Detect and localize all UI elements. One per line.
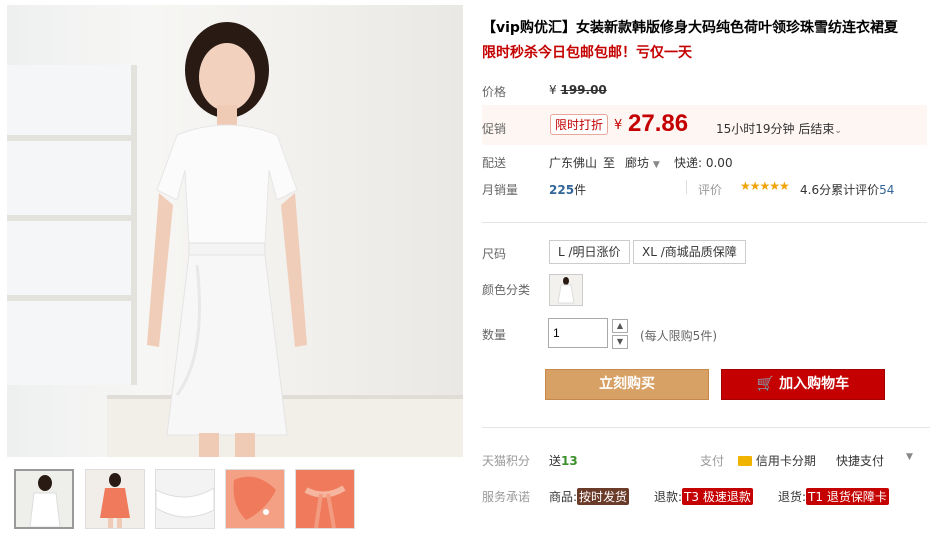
- size-option-l[interactable]: L /明日涨价: [549, 240, 630, 264]
- points-amount: 13: [561, 454, 578, 468]
- product-title: 【vip购优汇】女装新款韩版修身大码纯色荷叶领珍珠雪纺连衣裙夏: [482, 20, 898, 36]
- thumbnail-1[interactable]: [14, 469, 74, 529]
- service-divider: [482, 427, 930, 428]
- add-to-cart-button[interactable]: 🛒 加入购物车: [721, 369, 885, 400]
- review-summary[interactable]: 4.6分累计评价54: [800, 181, 894, 198]
- shipping-fee: 快递: 0.00: [674, 156, 733, 170]
- product-gallery: [7, 5, 463, 535]
- quick-pay[interactable]: 快捷支付: [836, 452, 884, 469]
- payment-label: 支付: [700, 454, 725, 468]
- service-label: 服务承诺: [482, 490, 531, 504]
- shipping-from: 广东佛山: [549, 156, 598, 170]
- buy-now-button[interactable]: 立刻购买: [545, 369, 709, 400]
- goods-prefix: 商品:: [549, 490, 578, 504]
- service-goods[interactable]: 商品: 按时发货: [549, 488, 630, 505]
- monthly-sales-label: 月销量: [482, 183, 519, 197]
- promo-currency: ¥: [614, 118, 623, 133]
- review-label: 评价: [698, 183, 723, 197]
- sales-unit: 件: [574, 183, 587, 197]
- chevron-down-icon: ⌄: [834, 126, 842, 136]
- points-label: 天猫积分: [482, 454, 531, 468]
- star-icons: ★★★★★: [740, 179, 790, 193]
- rating-text: 4.6分: [800, 183, 832, 197]
- promo-price: 27.86: [628, 110, 689, 137]
- currency-symbol: ¥: [549, 83, 557, 97]
- credit-installment[interactable]: 信用卡分期: [738, 452, 816, 469]
- size-label: 尺码: [482, 247, 507, 261]
- destination-selector[interactable]: 廊坊 ▼: [625, 154, 660, 171]
- sales-count: 225: [549, 183, 575, 197]
- caret-down-icon: ▼: [652, 160, 660, 170]
- limited-discount-tag: 限时打折: [550, 114, 609, 135]
- original-price-value: 199.00: [560, 83, 607, 97]
- credit-card-icon: [738, 456, 752, 466]
- product-info-panel: 【vip购优汇】女装新款韩版修身大码纯色荷叶领珍珠雪纺连衣裙夏 限时秒杀今日包邮…: [482, 0, 930, 535]
- rating-stars: ★★★★★: [740, 179, 790, 193]
- quantity-label: 数量: [482, 328, 507, 342]
- color-swatch-white[interactable]: [549, 274, 583, 306]
- model-in-white-dress: [147, 22, 307, 457]
- expand-caret-icon[interactable]: ▼: [906, 452, 913, 462]
- original-price: ¥ 199.00: [549, 83, 607, 97]
- size-option-xl[interactable]: XL /商城品质保障: [633, 240, 746, 264]
- promotion-row: [482, 105, 927, 145]
- on-time-shipping-badge: 按时发货: [577, 488, 630, 505]
- review-count-label: 累计评价: [831, 183, 880, 197]
- return-guarantee-badge: T1 退货保障卡: [806, 488, 889, 505]
- destination-text: 廊坊: [625, 156, 650, 170]
- thumbnail-3[interactable]: [155, 469, 215, 529]
- points-value: 送13: [549, 452, 578, 469]
- price-label: 价格: [482, 85, 507, 99]
- thumbnail-strip: [7, 469, 367, 533]
- quantity-decrease-button[interactable]: ▼: [612, 335, 628, 349]
- shipping-to-word: 至: [603, 156, 616, 170]
- main-product-image[interactable]: [7, 5, 463, 457]
- service-return[interactable]: 退货: T1 退货保障卡: [778, 488, 889, 505]
- return-prefix: 退货:: [778, 490, 807, 504]
- credit-installment-label: 信用卡分期: [755, 454, 816, 468]
- monthly-sales: 225件: [549, 181, 586, 198]
- thumbnail-5[interactable]: [295, 469, 355, 529]
- shipping-label: 配送: [482, 156, 507, 170]
- review-count: 54: [879, 183, 895, 197]
- points-prefix: 送: [549, 454, 562, 468]
- fast-refund-badge: T3 极速退款: [682, 488, 753, 505]
- quantity-input[interactable]: [548, 318, 608, 348]
- promo-text: 限时秒杀今日包邮包邮！亏仅一天: [482, 45, 692, 61]
- cart-icon: 🛒: [756, 376, 775, 392]
- divider: [482, 222, 927, 223]
- color-label: 颜色分类: [482, 283, 531, 297]
- refund-prefix: 退款:: [654, 490, 683, 504]
- thumbnail-4[interactable]: [225, 469, 285, 529]
- add-to-cart-label: 加入购物车: [779, 376, 850, 392]
- quantity-increase-button[interactable]: ▲: [612, 319, 628, 333]
- service-refund[interactable]: 退款: T3 极速退款: [654, 488, 753, 505]
- thumbnail-2[interactable]: [85, 469, 145, 529]
- purchase-limit-note: (每人限购5件): [640, 329, 717, 343]
- countdown[interactable]: 15小时19分钟 后结束⌄: [716, 120, 842, 137]
- promotion-label: 促销: [482, 122, 507, 136]
- countdown-text: 15小时19分钟 后结束: [716, 122, 835, 136]
- window-background: [7, 65, 137, 385]
